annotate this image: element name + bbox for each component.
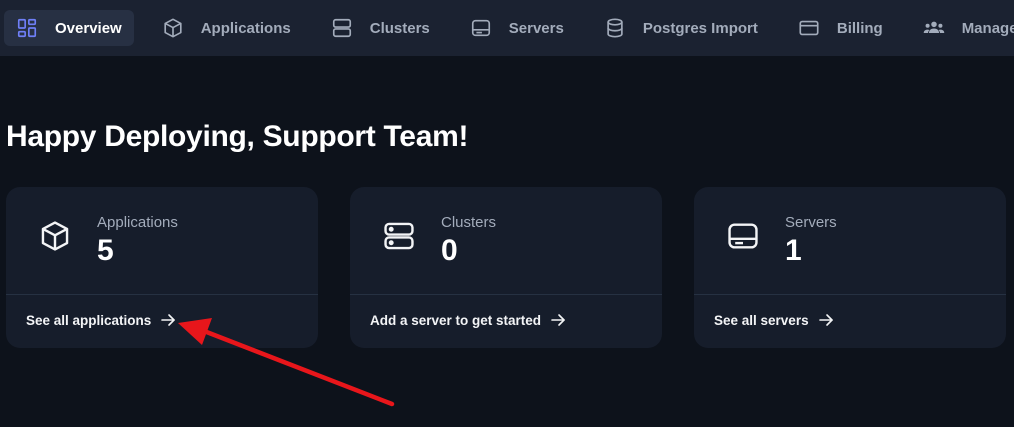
card-divider — [694, 294, 1006, 295]
page-title: Happy Deploying, Support Team! — [6, 120, 469, 153]
database-icon — [604, 17, 626, 39]
nav-item-servers[interactable]: Servers — [458, 10, 576, 46]
cube-icon — [38, 219, 72, 253]
card-label: Applications — [97, 214, 178, 231]
arrow-right-icon — [550, 312, 566, 328]
cube-icon — [162, 17, 184, 39]
arrow-right-icon — [818, 312, 834, 328]
nav-item-manage-team[interactable]: Manage T — [911, 10, 1014, 46]
nav-item-label: Postgres Import — [642, 19, 758, 37]
add-server-link[interactable]: Add a server to get started — [370, 312, 566, 328]
card-divider — [350, 294, 662, 295]
card-summary: Applications 5 — [6, 187, 318, 294]
users-icon — [923, 17, 945, 39]
server-stack-icon — [331, 17, 353, 39]
nav-item-overview[interactable]: Overview — [4, 10, 134, 46]
credit-card-icon — [798, 17, 820, 39]
grid-icon — [16, 17, 38, 39]
hard-drive-icon — [726, 219, 760, 253]
servers-card: Servers 1 See all servers — [694, 187, 1006, 348]
arrow-right-icon — [160, 312, 176, 328]
server-stack-icon — [382, 219, 416, 253]
card-divider — [6, 294, 318, 295]
card-value: 5 — [97, 234, 114, 267]
nav-item-postgres-import[interactable]: Postgres Import — [592, 10, 770, 46]
card-summary: Clusters 0 — [350, 187, 662, 294]
nav-item-billing[interactable]: Billing — [786, 10, 895, 46]
nav-item-label: Servers — [508, 19, 564, 37]
hard-drive-icon — [470, 17, 492, 39]
card-link-label: See all applications — [26, 312, 152, 328]
see-all-applications-link[interactable]: See all applications — [26, 312, 176, 328]
applications-card: Applications 5 See all applications — [6, 187, 318, 348]
dashboard-page: Overview Applications Clusters Servers P… — [0, 0, 1014, 427]
see-all-servers-link[interactable]: See all servers — [714, 312, 834, 328]
nav-item-label: Billing — [836, 19, 883, 37]
card-value: 1 — [785, 234, 802, 267]
card-value: 0 — [441, 234, 458, 267]
top-navigation: Overview Applications Clusters Servers P… — [0, 0, 1014, 56]
card-summary: Servers 1 — [694, 187, 1006, 294]
card-link-label: Add a server to get started — [370, 312, 542, 328]
nav-item-applications[interactable]: Applications — [150, 10, 303, 46]
nav-item-label: Manage T — [961, 19, 1014, 37]
card-link-label: See all servers — [714, 312, 809, 328]
card-label: Clusters — [441, 214, 497, 231]
nav-item-clusters[interactable]: Clusters — [319, 10, 442, 46]
clusters-card: Clusters 0 Add a server to get started — [350, 187, 662, 348]
card-label: Servers — [785, 214, 837, 231]
nav-item-label: Applications — [200, 19, 291, 37]
nav-item-label: Overview — [55, 19, 122, 37]
nav-item-label: Clusters — [369, 19, 430, 37]
